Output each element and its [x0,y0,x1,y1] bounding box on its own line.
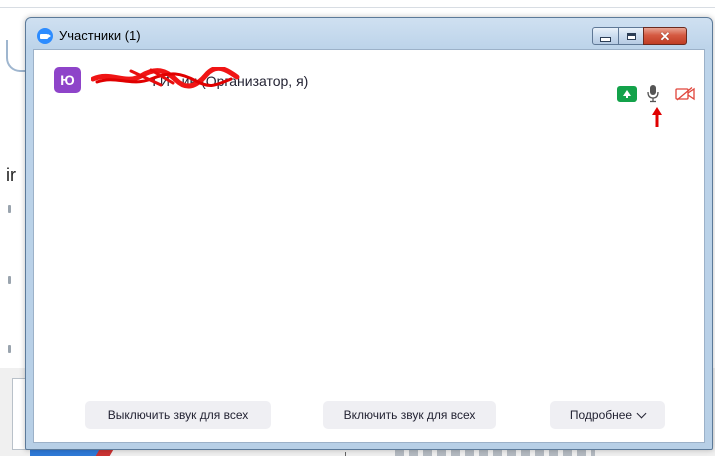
avatar: Ю [54,67,81,93]
background-text: ir [6,165,16,185]
background-marker [8,205,11,213]
zoom-camera-icon [37,28,53,44]
unmute-all-button[interactable]: Включить звук для всех [323,401,496,429]
maximize-button[interactable] [618,27,644,45]
participant-row[interactable]: Ю ГИ ин (Организатор, я) [34,50,704,127]
background-blue-bar [30,450,100,456]
background-marker [8,345,11,353]
annotation-arrow-icon [652,107,662,127]
minimize-icon [600,36,611,42]
background-marker [8,276,11,284]
microphone-icon[interactable] [647,84,659,104]
redaction-scribble [91,67,240,89]
screen-share-icon [617,86,637,102]
maximize-icon [626,32,636,40]
close-icon: ✕ [659,28,671,44]
close-button[interactable]: ✕ [643,27,687,45]
participants-window: Участники (1) ✕ Ю ГИ ин (Организатор, я) [25,17,713,450]
participants-panel: Ю ГИ ин (Организатор, я) Выключить звук … [33,49,705,443]
background-divider [345,452,346,456]
more-label: Подробнее [569,408,633,422]
chevron-down-icon [636,408,647,418]
minimize-button[interactable] [592,27,619,45]
title-bar[interactable]: Участники (1) ✕ [26,18,712,48]
more-button[interactable]: Подробнее [550,401,665,429]
mute-all-button[interactable]: Выключить звук для всех [85,401,271,429]
window-title: Участники (1) [59,28,141,43]
mute-all-label: Выключить звук для всех [107,408,249,422]
background-divider [0,7,715,8]
video-off-icon[interactable] [675,87,695,101]
unmute-all-label: Включить звук для всех [343,408,476,422]
